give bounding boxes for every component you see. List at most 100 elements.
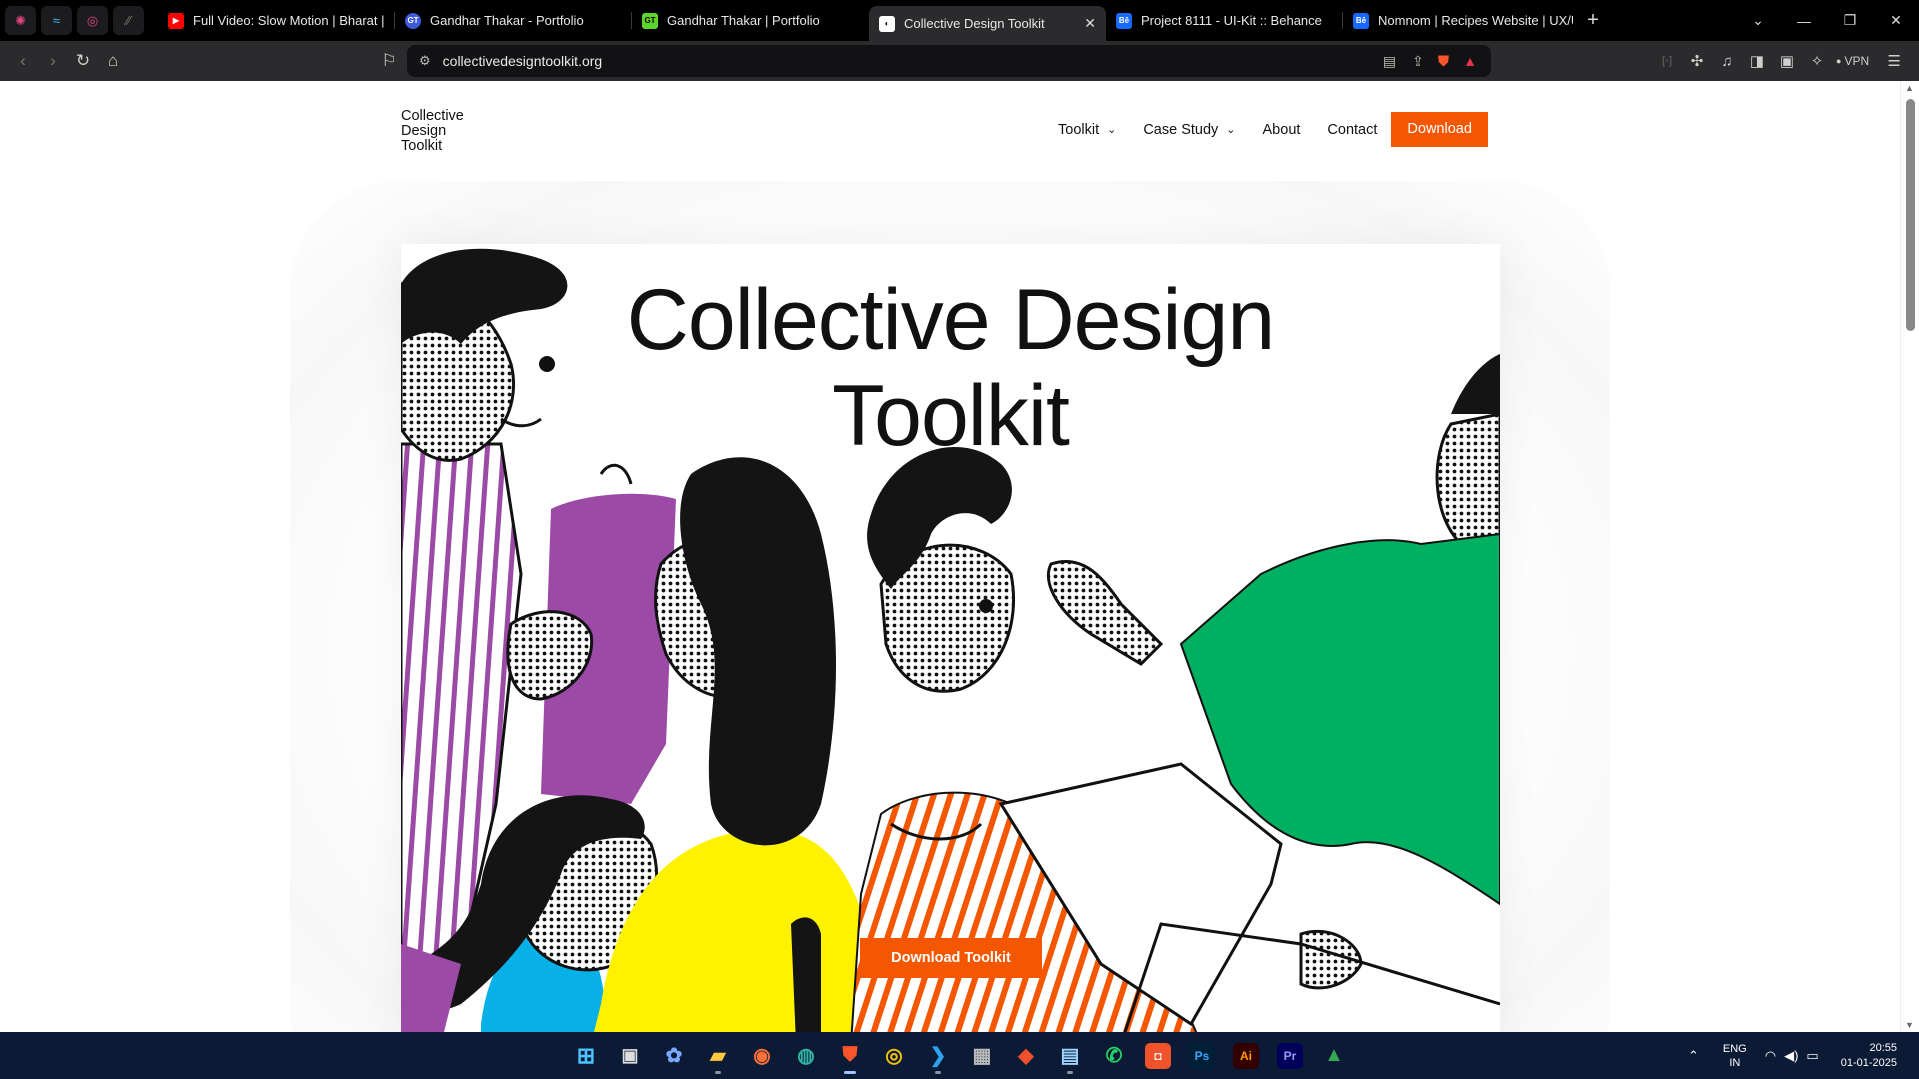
tab-gt-portfolio-1[interactable]: GT Gandhar Thakar - Portfolio: [395, 0, 632, 41]
new-tab-button[interactable]: +: [1583, 9, 1603, 32]
git-icon[interactable]: ◆: [1004, 1036, 1048, 1076]
ai-sparkle-icon[interactable]: ✧: [1802, 52, 1832, 70]
illustrator-icon[interactable]: Ai: [1224, 1036, 1268, 1076]
logo-line: Toolkit: [401, 138, 443, 154]
close-window-icon[interactable]: ✕: [1873, 12, 1919, 29]
wallet-icon[interactable]: ▣: [1772, 52, 1802, 70]
minimize-icon[interactable]: —: [1781, 13, 1827, 29]
behance-icon: Bē: [1116, 12, 1132, 29]
whatsapp-icon[interactable]: ✆: [1092, 1036, 1136, 1076]
web-page: Collective Design Toolkit Toolkit ⌄ Case…: [0, 81, 1900, 1032]
lang-line-2: IN: [1729, 1056, 1741, 1069]
chrome-icon[interactable]: ◎: [872, 1036, 916, 1076]
main-nav: Toolkit ⌄ Case Study ⌄ About Contact Dow…: [1058, 112, 1488, 147]
tab-behance-project[interactable]: Bē Project 8111 - UI-Kit :: Behance: [1106, 0, 1343, 41]
premiere-icon[interactable]: Pr: [1268, 1036, 1312, 1076]
windows-start-icon[interactable]: ⊞: [564, 1036, 608, 1076]
brave-icon[interactable]: ⛊: [828, 1036, 872, 1076]
site-settings-icon[interactable]: ⚙: [419, 53, 431, 69]
task-view-icon[interactable]: ▣: [608, 1036, 652, 1076]
drive-icon[interactable]: ▲: [1312, 1036, 1356, 1076]
photo-app-icon[interactable]: ◘: [1136, 1036, 1180, 1076]
leo-icon[interactable]: [◦]: [1652, 55, 1682, 67]
behance-icon: Bē: [1353, 12, 1369, 29]
tray-overflow-icon[interactable]: ⌃: [1688, 1048, 1699, 1064]
nav-label: Toolkit: [1058, 121, 1100, 138]
reload-icon[interactable]: ↻: [68, 51, 98, 71]
nav-case-study[interactable]: Case Study ⌄: [1143, 122, 1235, 138]
system-tray: ⌃ ENG IN ◠ ◀) ▭ 20:55 01-01-2025: [1688, 1032, 1919, 1079]
react-icon: ✺: [15, 12, 26, 28]
share-icon[interactable]: ⇪: [1412, 53, 1424, 70]
tab-title: Collective Design Toolkit: [904, 16, 1045, 31]
scroll-thumb[interactable]: [1906, 99, 1915, 331]
logo-line: Design: [401, 123, 447, 139]
tab-gt-portfolio-2[interactable]: GT Gandhar Thakar | Portfolio: [632, 0, 869, 41]
pinned-tab-react[interactable]: ✺: [5, 6, 36, 35]
logo-line: Collective: [401, 108, 464, 124]
media-icon[interactable]: ♫: [1712, 53, 1742, 70]
clock-date: 01-01-2025: [1840, 1056, 1897, 1069]
close-tab-icon[interactable]: ✕: [1084, 15, 1096, 32]
clock[interactable]: 20:55 01-01-2025: [1841, 1041, 1897, 1071]
tab-collective-design-toolkit[interactable]: ◐ Collective Design Toolkit ✕: [869, 6, 1106, 41]
hero-section: Collective Design Toolkit Download Toolk…: [401, 244, 1500, 1032]
reader-mode-icon[interactable]: ▤: [1383, 53, 1396, 70]
file-explorer-icon[interactable]: ▰: [696, 1036, 740, 1076]
youtube-icon: ▶: [168, 12, 184, 29]
url-text[interactable]: collectivedesigntoolkit.org: [443, 53, 603, 69]
site-logo[interactable]: Collective Design Toolkit: [401, 109, 491, 154]
scroll-down-icon[interactable]: ▼: [1905, 1020, 1914, 1030]
purple-folder: [506, 463, 676, 804]
sidebar-icon[interactable]: ◨: [1742, 52, 1772, 70]
volume-icon[interactable]: ◀): [1784, 1048, 1798, 1064]
vpn-button[interactable]: ● VPN: [1836, 54, 1869, 68]
photoshop-icon[interactable]: Ps: [1180, 1036, 1224, 1076]
restore-icon[interactable]: ❐: [1827, 12, 1873, 29]
pinned-tab-slash[interactable]: ⁄⁄: [113, 6, 144, 35]
menu-icon[interactable]: ☰: [1877, 52, 1911, 70]
brave-rewards-icon[interactable]: ▲: [1463, 53, 1477, 69]
download-button[interactable]: Download: [1391, 112, 1488, 147]
tab-title: Full Video: Slow Motion | Bharat | Sa: [193, 13, 385, 28]
hero-title-line-2: Toolkit: [832, 368, 1070, 464]
address-bar[interactable]: ⚙ collectivedesigntoolkit.org ▤ ⇪ ⛊ ▲: [407, 45, 1491, 77]
page-scrollbar[interactable]: ▲ ▼: [1900, 81, 1919, 1032]
edge-icon[interactable]: ◍: [784, 1036, 828, 1076]
bookmark-icon[interactable]: ⚐: [374, 51, 404, 71]
tab-youtube[interactable]: ▶ Full Video: Slow Motion | Bharat | Sa: [158, 0, 395, 41]
forward-icon[interactable]: ›: [38, 51, 68, 71]
battery-icon[interactable]: ▭: [1806, 1048, 1818, 1064]
extensions-icon[interactable]: ✣: [1682, 52, 1712, 70]
nav-toolkit[interactable]: Toolkit ⌄: [1058, 122, 1116, 138]
notepad-icon[interactable]: ▤: [1048, 1036, 1092, 1076]
scroll-up-icon[interactable]: ▲: [1905, 83, 1914, 93]
firefox-icon[interactable]: ◉: [740, 1036, 784, 1076]
calculator-icon[interactable]: ▦: [960, 1036, 1004, 1076]
tab-title: Project 8111 - UI-Kit :: Behance: [1141, 13, 1322, 28]
pinned-tab-tailwind[interactable]: ≈: [41, 6, 72, 35]
back-icon[interactable]: ‹: [8, 51, 38, 71]
vpn-label: VPN: [1844, 54, 1870, 68]
copilot-icon[interactable]: ✿: [652, 1036, 696, 1076]
tab-title: Nomnom | Recipes Website | UX/UI: [1378, 13, 1573, 28]
tab-list-icon[interactable]: ⌄: [1735, 12, 1781, 29]
download-toolkit-button[interactable]: Download Toolkit: [860, 938, 1042, 978]
slash-icon: ⁄⁄: [126, 13, 131, 28]
tab-title: Gandhar Thakar - Portfolio: [430, 13, 584, 28]
brave-shields-icon[interactable]: ⛊: [1438, 53, 1449, 70]
tailwind-icon: ≈: [52, 13, 61, 28]
pinned-tab-spiral[interactable]: ◎: [77, 6, 108, 35]
nav-contact[interactable]: Contact: [1327, 122, 1377, 138]
spiral-icon: ◎: [86, 12, 99, 28]
home-icon[interactable]: ⌂: [98, 51, 128, 71]
nav-about[interactable]: About: [1263, 122, 1301, 138]
vscode-icon[interactable]: ❯: [916, 1036, 960, 1076]
tab-behance-nomnom[interactable]: Bē Nomnom | Recipes Website | UX/UI: [1343, 0, 1583, 41]
hero-title: Collective Design Toolkit: [401, 272, 1500, 464]
language-indicator[interactable]: ENG IN: [1723, 1042, 1747, 1070]
nav-label: Contact: [1327, 121, 1378, 138]
wifi-icon[interactable]: ◠: [1765, 1048, 1776, 1064]
nav-label: About: [1262, 121, 1301, 138]
vpn-status-icon: ●: [1836, 56, 1842, 66]
